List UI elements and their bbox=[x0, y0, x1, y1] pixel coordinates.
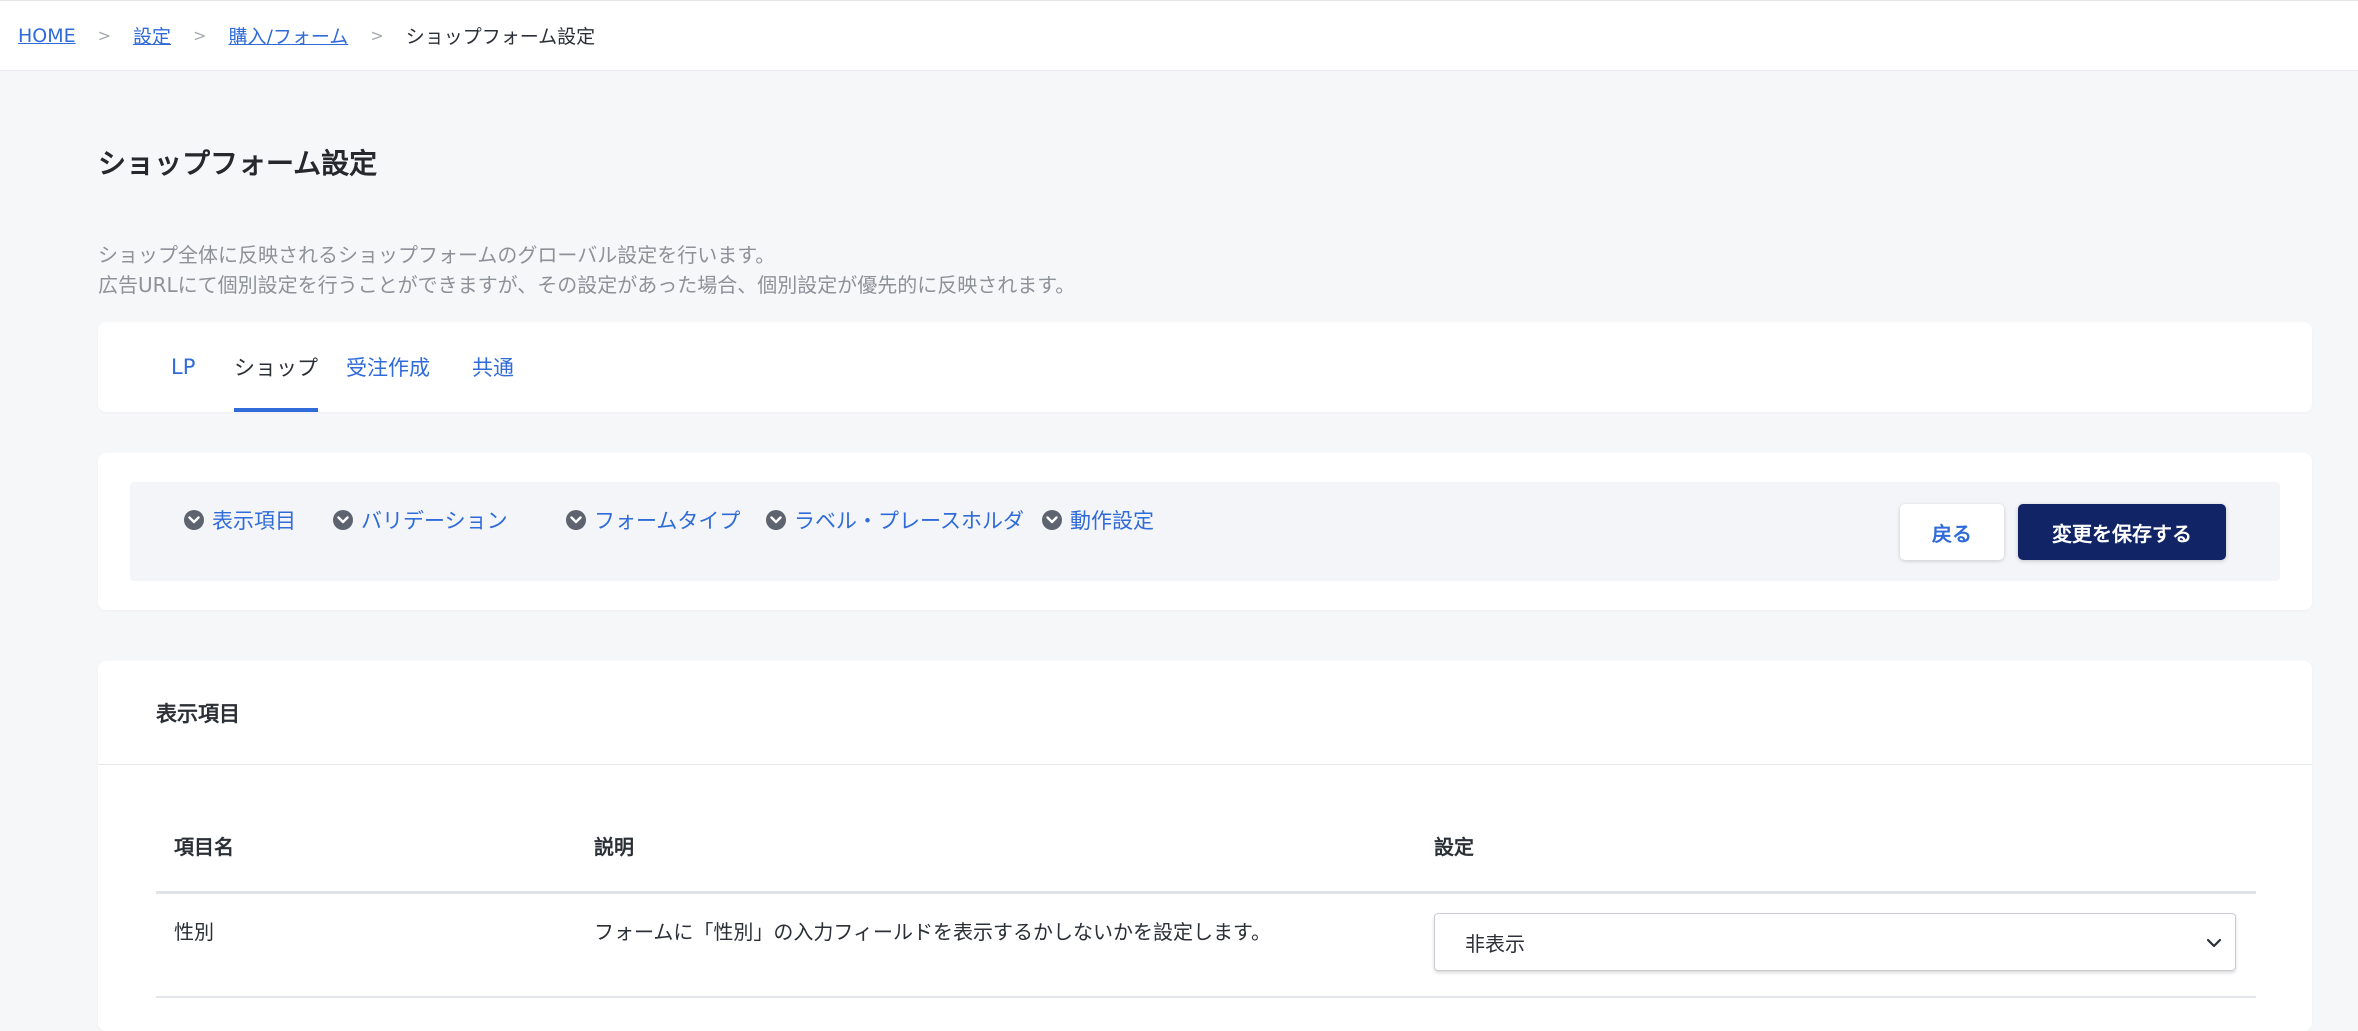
anchor-link-form-type[interactable]: フォームタイプ bbox=[566, 482, 740, 558]
page-title: ショップフォーム設定 bbox=[98, 147, 378, 180]
breadcrumb-separator: > bbox=[193, 26, 207, 45]
row-description: フォームに「性別」の入力フィールドを表示するかしないかを設定します。 bbox=[594, 920, 1271, 944]
breadcrumb-settings-link[interactable]: 設定 bbox=[133, 22, 171, 49]
anchor-link-display-items[interactable]: 表示項目 bbox=[184, 482, 296, 558]
breadcrumb-current: ショップフォーム設定 bbox=[405, 26, 596, 48]
page-description-line-1: ショップ全体に反映されるショップフォームのグローバル設定を行います。 bbox=[98, 243, 776, 267]
breadcrumb-home-link[interactable]: HOME bbox=[18, 25, 76, 47]
tab-common[interactable]: 共通 bbox=[472, 322, 514, 412]
section-title: 表示項目 bbox=[156, 701, 240, 726]
select-value: 非表示 bbox=[1465, 931, 1525, 956]
section-divider bbox=[98, 764, 2312, 765]
display-items-section: 表示項目 項目名 説明 設定 性別 フォームに「性別」の入力フィールドを表示する… bbox=[98, 661, 2312, 1031]
table-header-divider bbox=[156, 891, 2256, 894]
chevron-down-icon bbox=[333, 510, 353, 530]
breadcrumb: HOME > 設定 > 購入/フォーム > ショップフォーム設定 bbox=[0, 0, 2358, 71]
tab-order-creation[interactable]: 受注作成 bbox=[346, 322, 430, 412]
tabs-card: LP ショップ 受注作成 共通 bbox=[98, 322, 2312, 412]
anchor-link-label: バリデーション bbox=[361, 509, 508, 533]
anchor-link-label: 動作設定 bbox=[1070, 509, 1154, 533]
row-divider bbox=[156, 996, 2256, 998]
row-item-name: 性別 bbox=[174, 920, 214, 944]
back-button[interactable]: 戻る bbox=[1900, 504, 2004, 560]
chevron-down-icon bbox=[766, 510, 786, 530]
anchor-link-validation[interactable]: バリデーション bbox=[333, 482, 508, 558]
column-header-setting: 設定 bbox=[1434, 835, 1474, 859]
column-header-item-name: 項目名 bbox=[174, 835, 234, 859]
column-header-description: 説明 bbox=[594, 835, 634, 859]
anchor-link-label: ラベル・プレースホルダ bbox=[794, 509, 1024, 533]
page-description-line-2: 広告URLにて個別設定を行うことができますが、その設定があった場合、個別設定が優… bbox=[98, 273, 1076, 297]
anchor-link-label: 表示項目 bbox=[212, 509, 296, 533]
chevron-down-icon bbox=[1042, 510, 1062, 530]
breadcrumb-separator: > bbox=[370, 26, 384, 45]
anchor-link-label-placeholder[interactable]: ラベル・プレースホルダ bbox=[766, 482, 1024, 558]
page-description: ショップ全体に反映されるショップフォームのグローバル設定を行います。 広告URL… bbox=[98, 240, 1075, 300]
breadcrumb-separator: > bbox=[97, 26, 112, 45]
gender-display-select[interactable]: 非表示 bbox=[1434, 913, 2236, 971]
anchor-link-behavior-settings[interactable]: 動作設定 bbox=[1042, 482, 1154, 558]
chevron-down-icon bbox=[566, 510, 586, 530]
breadcrumb-purchase-form-link[interactable]: 購入/フォーム bbox=[228, 22, 348, 49]
save-changes-button[interactable]: 変更を保存する bbox=[2018, 504, 2226, 560]
tab-lp[interactable]: LP bbox=[171, 322, 195, 412]
chevron-down-icon bbox=[2203, 932, 2225, 959]
chevron-down-icon bbox=[184, 510, 204, 530]
tab-shop[interactable]: ショップ bbox=[234, 322, 318, 412]
anchor-link-label: フォームタイプ bbox=[594, 509, 741, 533]
